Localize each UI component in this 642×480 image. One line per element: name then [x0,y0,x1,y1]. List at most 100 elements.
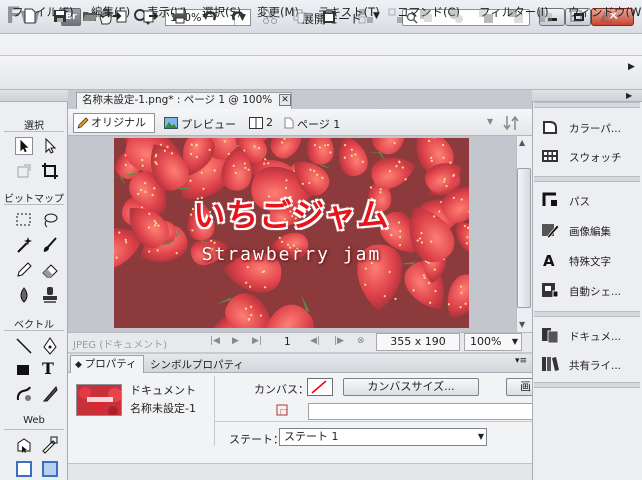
panel-document-library[interactable]: ドキュメ... [541,326,637,346]
new-file-icon[interactable] [22,8,38,24]
magic-wand-icon[interactable] [15,236,33,254]
view-2up-button[interactable]: 2 [249,116,273,129]
frame-first-icon[interactable]: |◀ [210,336,220,346]
divider [214,376,215,446]
subselect-tool-icon[interactable] [41,137,59,155]
panel-auto-shape[interactable]: 自動シェ... [541,281,637,301]
panel-special-characters[interactable]: A 特殊文字 [541,251,637,271]
property-field[interactable] [308,403,534,420]
page-select[interactable]: ページ 1 [284,116,340,132]
scroll-up-icon[interactable]: ▲ [519,138,525,147]
auto-shape-icon [542,283,559,298]
show-slices-icon[interactable] [41,460,59,478]
paste-icon[interactable] [321,8,337,24]
pointer-tool-icon[interactable] [15,137,33,155]
divider [4,131,64,132]
align-icon[interactable] [538,8,554,24]
section-bitmap: ビットマップ [4,194,64,205]
divider [4,429,64,430]
panel-label: スウォッチ [569,152,622,164]
brush-tool-icon[interactable] [41,236,59,254]
state-select[interactable]: ステート 1 ▼ [279,428,487,446]
canvas-color-swatch[interactable] [307,378,333,396]
pencil-tool-icon[interactable] [15,261,33,279]
freeform-tool-icon[interactable] [15,385,33,403]
panel-label: 特殊文字 [569,256,611,268]
panel-image-edit[interactable]: 画像編集 [541,221,637,241]
pen-tool-icon[interactable] [41,337,59,355]
hotspot-tool-icon[interactable] [15,436,33,454]
knife-tool-icon[interactable] [41,385,59,403]
view-original-button[interactable]: オリジナル [73,113,155,133]
bring-front-icon[interactable] [478,8,494,24]
send-back-icon[interactable] [508,8,524,24]
stamp-tool-icon[interactable] [41,286,59,304]
eraser-tool-icon[interactable] [41,261,59,279]
line-tool-icon[interactable] [15,337,33,355]
canvas-label: カンバス： [254,383,309,396]
panel-color-palette[interactable]: カラーパ... [541,118,637,138]
marquee-tool-icon[interactable] [15,211,33,229]
split-icon[interactable] [448,8,464,24]
collapse-arrow-icon[interactable]: ▶ [626,91,632,100]
scale-tool-icon[interactable] [15,162,33,180]
scrollbar-thumb[interactable] [517,168,531,308]
frame-play-icon[interactable]: ▶ [232,336,239,346]
open-folder-icon[interactable] [82,8,98,24]
save-icon[interactable] [52,8,68,24]
group-icon[interactable] [358,8,374,24]
canvas-size-button[interactable]: カンバスサイズ... [343,378,479,396]
status-file-type: JPEG (ドキュメント) [73,340,168,351]
crop-tool-icon[interactable] [41,162,59,180]
copy-icon[interactable] [292,8,308,24]
flip-icon[interactable] [598,8,614,24]
property-footer [68,463,532,480]
panel-swatches[interactable]: スウォッチ [541,147,637,167]
menu-bar [0,34,642,56]
image-size-button[interactable]: 画 [506,378,534,396]
document-canvas[interactable]: いちごジャム Strawberry jam [114,138,469,328]
cut-icon[interactable] [262,8,278,24]
stop-icon[interactable]: ⊗ [357,336,365,346]
rectangle-tool-icon[interactable] [15,361,33,379]
tab-symbol-properties[interactable]: シンボルプロパティ [150,357,244,372]
tools-panel-header[interactable] [0,90,68,102]
document-tab[interactable]: 名称未設定-1.png* : ページ 1 @ 100% [76,92,292,109]
blur-tool-icon[interactable] [15,286,33,304]
panel-path[interactable]: パス [541,191,637,211]
section-vector: ベクトル [14,320,54,331]
chevron-down-icon: ▼ [511,337,518,346]
sort-icon[interactable] [502,114,522,132]
status-zoom-select[interactable]: 100% ▼ [464,333,522,351]
import-icon[interactable] [112,8,128,24]
print-icon[interactable] [172,8,188,24]
chevron-down-icon[interactable]: ▼ [487,117,493,126]
canvas-size-readout: 355 x 190 [376,333,460,351]
export-icon[interactable] [142,8,158,24]
slice-tool-icon[interactable] [41,436,59,454]
ungroup-icon[interactable] [388,8,404,24]
frame-prev-icon[interactable]: ◀| [310,336,320,346]
view-preview-button[interactable]: プレビュー [164,116,236,132]
panel-common-library[interactable]: 共有ライ... [541,355,637,375]
rotate-icon[interactable] [568,8,584,24]
close-icon[interactable]: ✕ [279,94,291,106]
panel-menu-icon[interactable]: ▾≡ [515,356,527,366]
panel-label: ドキュメ... [569,331,622,343]
hide-slices-icon[interactable] [15,460,33,478]
text-tool-icon[interactable]: T [42,359,54,378]
status-zoom-value: 100% [470,335,502,348]
frame-last-icon[interactable]: ▶| [252,336,262,346]
tab-properties[interactable]: ◆ プロパティ [70,355,144,373]
frame-next-icon[interactable]: |▶ [334,336,344,346]
lasso-tool-icon[interactable] [41,211,59,229]
svg-text:A: A [543,252,555,269]
redo-icon[interactable] [231,8,247,24]
swatches-icon [542,150,558,162]
scroll-down-icon[interactable]: ▼ [519,320,525,329]
join-icon[interactable] [418,8,434,24]
toolbar-overflow-icon[interactable]: ▶ [628,62,635,72]
undo-icon[interactable] [201,8,217,24]
preview-icon [164,117,178,129]
svg-text:□: □ [280,407,288,416]
